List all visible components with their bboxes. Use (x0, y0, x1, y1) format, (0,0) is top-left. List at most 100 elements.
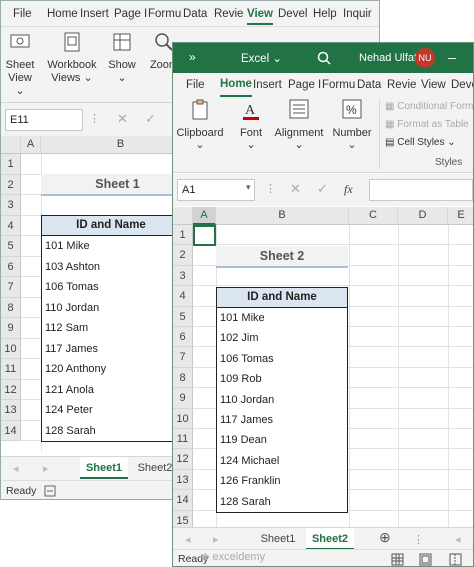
table-row[interactable]: 103 Ashton (41, 256, 181, 278)
table-row[interactable]: 106 Tomas (216, 348, 348, 371)
tab-formulas[interactable]: Formu (322, 73, 355, 97)
table-row[interactable]: 110 Jordan (216, 389, 348, 411)
scroll-right-icon[interactable]: ▸ (213, 533, 219, 546)
row-header[interactable]: 11 (1, 359, 21, 380)
tab-home[interactable]: Home (47, 1, 78, 27)
select-all-corner[interactable] (173, 207, 193, 225)
table-row[interactable]: 102 Jim (216, 328, 348, 350)
table-row[interactable]: 117 James (41, 338, 181, 360)
avatar[interactable]: NU (415, 48, 435, 68)
sheet-tab-sheet2[interactable]: Sheet2 (306, 528, 354, 550)
col-header-c[interactable]: C (349, 207, 398, 225)
sheet-tab-sheet1[interactable]: Sheet1 (251, 528, 305, 550)
col-header-e[interactable]: E (448, 207, 473, 225)
tab-data[interactable]: Data (183, 1, 207, 27)
format-as-table-button[interactable]: ▦ Format as Table ⌄ (385, 119, 473, 130)
select-all-corner[interactable] (1, 136, 21, 154)
formula-input[interactable] (369, 179, 473, 201)
row-header[interactable]: 1 (173, 225, 193, 246)
row-header[interactable]: 5 (173, 306, 193, 327)
tab-insert[interactable]: Insert (253, 73, 282, 97)
tab-file[interactable]: File (13, 1, 32, 27)
table-row[interactable]: 121 Anola (41, 379, 181, 401)
tab-review[interactable]: Revie (387, 73, 416, 97)
row-header[interactable]: 6 (1, 256, 21, 277)
insert-function-icon[interactable]: fx (344, 182, 353, 197)
tab-home[interactable]: Home (220, 73, 252, 97)
table-row[interactable]: 126 Franklin (216, 471, 348, 493)
row-header[interactable]: 7 (173, 347, 193, 368)
row-header[interactable]: 1 (1, 154, 21, 175)
tab-insert[interactable]: Insert (80, 1, 109, 27)
row-header[interactable]: 10 (1, 338, 21, 359)
quick-access-overflow-icon[interactable]: » (189, 50, 196, 64)
table-row[interactable]: 110 Jordan (41, 297, 181, 319)
clipboard-button[interactable]: Clipboard ⌄ (175, 99, 225, 155)
name-box-dropdown-icon[interactable]: ▾ (246, 182, 251, 193)
row-header[interactable]: 11 (173, 429, 193, 450)
tab-developer[interactable]: Devel (451, 73, 473, 97)
row-header[interactable]: 6 (173, 327, 193, 348)
row-header[interactable]: 2 (1, 174, 21, 195)
col-header-a[interactable]: A (193, 207, 216, 225)
row-header[interactable]: 5 (1, 236, 21, 257)
scroll-left-icon[interactable]: ◂ (185, 533, 191, 546)
alignment-button[interactable]: Alignment ⌄ (273, 99, 325, 155)
row-header[interactable]: 8 (1, 297, 21, 318)
tab-page-layout[interactable]: Page I (288, 73, 321, 97)
table-row[interactable]: 124 Peter (41, 400, 181, 422)
row-header[interactable]: 9 (1, 318, 21, 339)
row-header[interactable]: 14 (1, 420, 21, 441)
row-header[interactable]: 8 (173, 367, 193, 389)
accessibility-icon[interactable] (44, 485, 56, 497)
row-header[interactable]: 13 (173, 469, 193, 491)
row-header[interactable]: 13 (1, 400, 21, 421)
enter-icon[interactable]: ✓ (317, 181, 328, 197)
search-icon[interactable] (317, 51, 331, 65)
row-header[interactable]: 2 (173, 245, 193, 266)
add-sheet-icon[interactable]: ⊕ (379, 529, 391, 546)
tab-options-icon[interactable]: ⋮ (413, 533, 424, 546)
scroll-tabs-left-icon[interactable]: ◂ (455, 533, 461, 546)
number-button[interactable]: % Number ⌄ (329, 99, 375, 155)
tab-view[interactable]: View (247, 1, 273, 25)
row-header[interactable]: 4 (1, 215, 21, 236)
table-row[interactable]: 120 Anthony (41, 359, 181, 381)
page-break-view-icon[interactable] (449, 553, 462, 566)
page-layout-view-icon[interactable] (419, 553, 432, 566)
sheet-view-button[interactable]: Sheet View ⌄ (3, 32, 37, 97)
tab-formulas[interactable]: Formu (148, 1, 181, 27)
row-header[interactable]: 12 (173, 449, 193, 470)
cancel-icon[interactable]: ✕ (117, 111, 128, 127)
col-header-b[interactable]: B (216, 207, 349, 225)
scroll-left-icon[interactable]: ◂ (13, 462, 19, 475)
col-header-a[interactable]: A (21, 136, 41, 154)
table-row[interactable]: 119 Dean (216, 430, 348, 452)
tab-developer[interactable]: Devel (278, 1, 307, 27)
row-header[interactable]: 14 (173, 490, 193, 511)
tab-view[interactable]: View (421, 73, 446, 97)
tab-page-layout[interactable]: Page I (114, 1, 147, 27)
table-row[interactable]: 124 Michael (216, 450, 348, 473)
table-row[interactable]: 128 Sarah (41, 420, 181, 442)
row-header[interactable]: 3 (173, 265, 193, 287)
tab-file[interactable]: File (186, 73, 205, 97)
row-header[interactable]: 3 (1, 195, 21, 216)
table-row[interactable]: 109 Rob (216, 369, 348, 391)
tab-review[interactable]: Revie (214, 1, 243, 27)
name-box[interactable]: A1 (177, 179, 255, 201)
font-button[interactable]: A Font ⌄ (231, 99, 271, 155)
tab-inquire[interactable]: Inquir (343, 1, 372, 27)
table-row[interactable]: 106 Tomas (41, 277, 181, 299)
table-row[interactable]: 128 Sarah (216, 491, 348, 513)
tab-help[interactable]: Help (313, 1, 337, 27)
row-header[interactable]: 7 (1, 277, 21, 298)
minimize-icon[interactable]: – (448, 49, 456, 65)
table-row[interactable]: 101 Mike (41, 236, 181, 258)
row-header[interactable]: 4 (173, 286, 193, 307)
enter-icon[interactable]: ✓ (145, 111, 156, 127)
conditional-formatting-button[interactable]: ▦ Conditional Forma (385, 101, 473, 112)
col-header-d[interactable]: D (398, 207, 448, 225)
normal-view-icon[interactable] (391, 553, 404, 566)
active-cell-a1[interactable] (193, 225, 216, 246)
